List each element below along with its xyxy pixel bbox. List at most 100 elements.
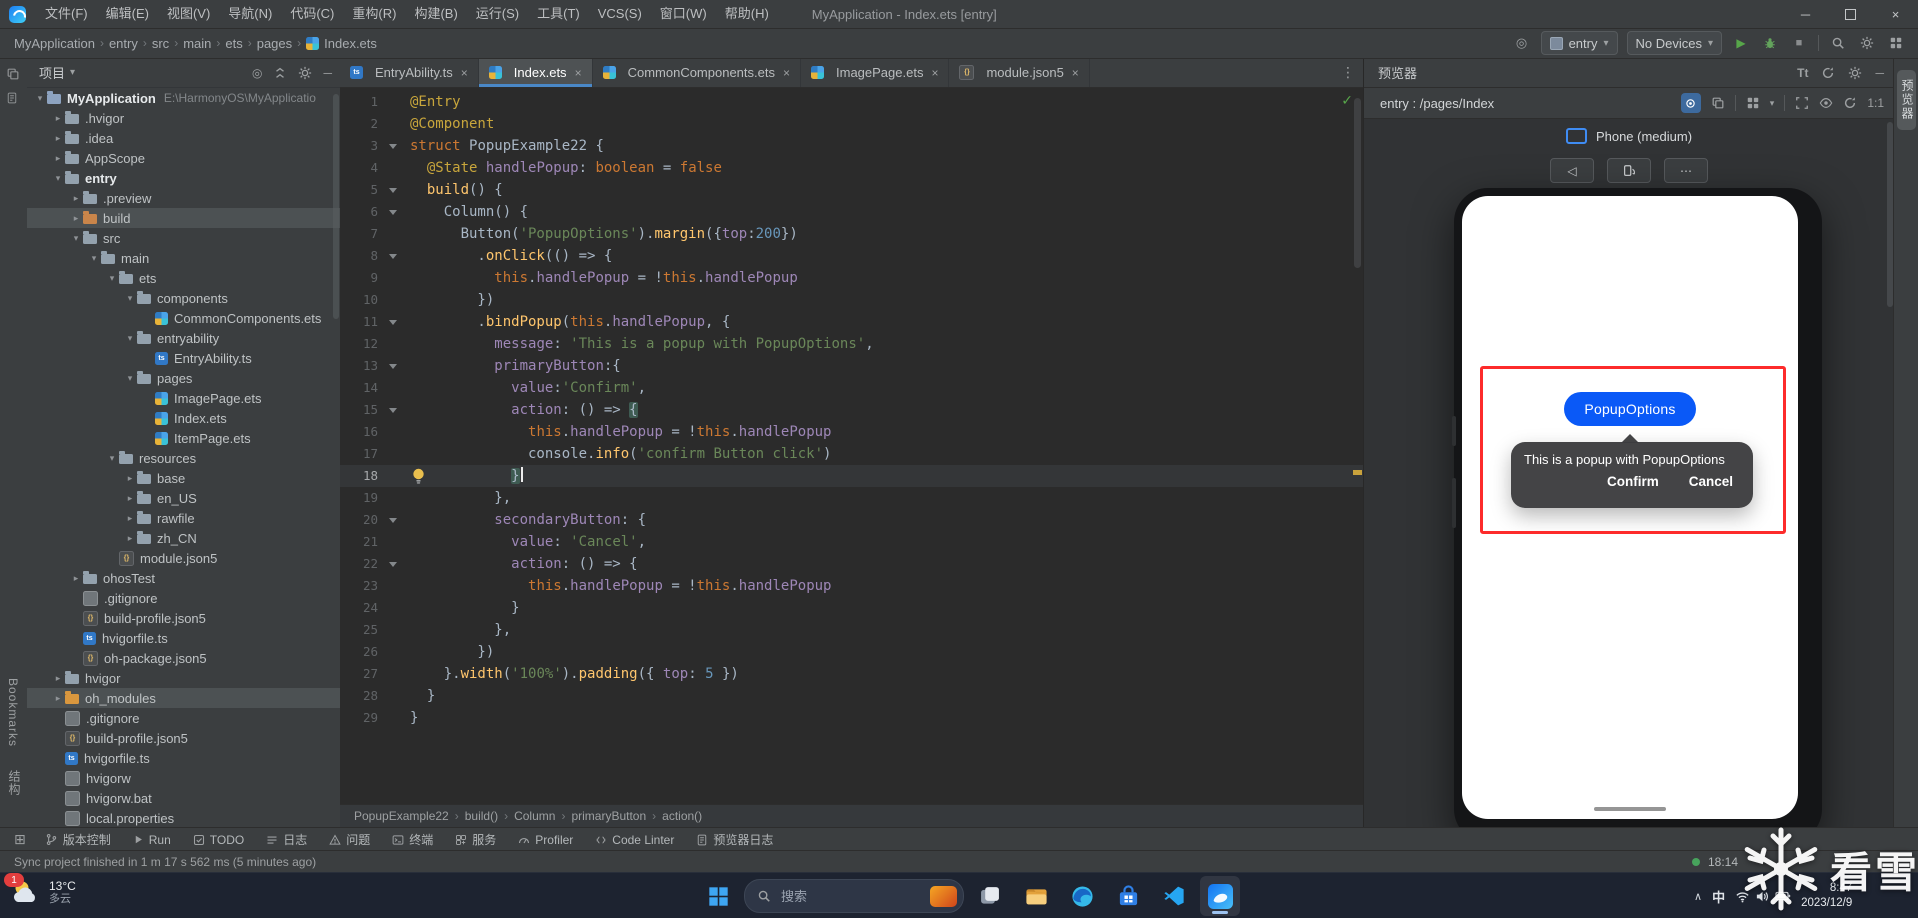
panel-settings-gear-icon[interactable] — [298, 66, 312, 80]
tool-button-run[interactable]: Run — [122, 828, 182, 851]
project-panel-title[interactable]: 项目 — [39, 63, 65, 82]
tree-item-pages[interactable]: ▾ pages — [27, 368, 340, 388]
tree-item-oh-package-json5[interactable]: {} oh-package.json5 — [27, 648, 340, 668]
grid-view-icon[interactable] — [1746, 96, 1760, 110]
close-icon[interactable]: × — [575, 66, 582, 80]
code-line[interactable]: 3 struct PopupExample22 { — [340, 135, 1363, 157]
editor-scrollbar[interactable] — [1354, 98, 1361, 268]
tree-item-module-json5[interactable]: {} module.json5 — [27, 548, 340, 568]
tab-index-ets[interactable]: Index.ets × — [478, 58, 593, 87]
tree-item-entryability[interactable]: ▾ entryability — [27, 328, 340, 348]
start-button[interactable] — [698, 876, 738, 916]
code-line[interactable]: 1 @Entry — [340, 91, 1363, 113]
chevron-down-icon[interactable]: ▾ — [123, 373, 137, 384]
device-manager-icon[interactable]: ◎ — [1512, 33, 1532, 53]
tree-item-resources[interactable]: ▾ resources — [27, 448, 340, 468]
chevron-down-icon[interactable]: ▾ — [123, 333, 137, 344]
menubar-item-3[interactable]: 导航(N) — [219, 6, 281, 21]
hide-panel-icon[interactable]: ─ — [323, 66, 332, 80]
tree-item-ets[interactable]: ▾ ets — [27, 268, 340, 288]
chevron-right-icon[interactable]: ▸ — [123, 493, 137, 504]
run-button[interactable]: ▶ — [1731, 33, 1751, 53]
chevron-right-icon[interactable]: ▸ — [123, 473, 137, 484]
fold-marker-icon[interactable] — [382, 509, 404, 531]
fold-marker-icon[interactable] — [382, 179, 404, 201]
tree-item-commoncomponents-ets[interactable]: CommonComponents.ets — [27, 308, 340, 328]
tree-item-components[interactable]: ▾ components — [27, 288, 340, 308]
breadcrumb-item[interactable]: entry — [109, 36, 138, 51]
close-icon[interactable]: × — [931, 66, 938, 80]
chevron-right-icon[interactable]: ▸ — [123, 533, 137, 544]
chevron-right-icon[interactable]: ▸ — [69, 193, 83, 204]
tree-item-local-properties[interactable]: local.properties — [27, 808, 340, 827]
tree-item-entry[interactable]: ▾ entry — [27, 168, 340, 188]
tree-item-index-ets[interactable]: Index.ets — [27, 408, 340, 428]
chevron-right-icon[interactable]: ▸ — [69, 213, 83, 224]
code-line[interactable]: 21 value: 'Cancel', — [340, 531, 1363, 553]
menubar-item-5[interactable]: 重构(R) — [343, 6, 405, 21]
menubar-item-0[interactable]: 文件(F) — [36, 6, 97, 21]
zoom-ratio-label[interactable]: 1:1 — [1867, 96, 1884, 110]
fold-marker-icon[interactable] — [382, 135, 404, 157]
code-line[interactable]: 15 action: () => { — [340, 399, 1363, 421]
chevron-right-icon[interactable]: ▸ — [51, 693, 65, 704]
chevron-right-icon[interactable]: ▸ — [123, 513, 137, 524]
chevron-right-icon[interactable]: ▸ — [51, 673, 65, 684]
code-line[interactable]: 29} — [340, 707, 1363, 729]
code-line[interactable]: 27 }.width('100%').padding({ top: 5 }) — [340, 663, 1363, 685]
fit-frame-icon[interactable] — [1795, 96, 1809, 110]
menubar-item-7[interactable]: 运行(S) — [467, 6, 528, 21]
tool-button--[interactable]: 日志 — [255, 828, 318, 851]
tree-item-rawfile[interactable]: ▸ rawfile — [27, 508, 340, 528]
code-line[interactable]: 7 Button('PopupOptions').margin({top:200… — [340, 223, 1363, 245]
tool-button--[interactable]: 服务 — [444, 828, 507, 851]
tree-item--gitignore[interactable]: .gitignore — [27, 588, 340, 608]
chevron-down-icon[interactable]: ▾ — [33, 93, 47, 104]
project-scrollbar[interactable] — [333, 94, 339, 319]
fold-marker-icon[interactable] — [382, 201, 404, 223]
code-line[interactable]: 17 console.info('confirm Button click') — [340, 443, 1363, 465]
tree-item-myapplication[interactable]: ▾ MyApplication E:\HarmonyOS\MyApplicatio — [27, 88, 340, 108]
rotate-left-button[interactable]: ◁ — [1550, 158, 1594, 183]
taskbar-app-task-view[interactable] — [970, 876, 1010, 916]
menubar-item-1[interactable]: 编辑(E) — [97, 6, 158, 21]
menubar-item-8[interactable]: 工具(T) — [528, 6, 589, 21]
close-button[interactable]: × — [1873, 0, 1918, 28]
tree-item-zh-cn[interactable]: ▸ zh_CN — [27, 528, 340, 548]
menubar-item-10[interactable]: 窗口(W) — [651, 6, 716, 21]
tree-item-src[interactable]: ▾ src — [27, 228, 340, 248]
code-line[interactable]: 20 secondaryButton: { — [340, 509, 1363, 531]
breadcrumb-item[interactable]: src — [152, 36, 169, 51]
fold-marker-icon[interactable] — [382, 311, 404, 333]
editor-breadcrumb-item[interactable]: Column — [514, 809, 555, 823]
chevron-right-icon[interactable]: ▸ — [51, 133, 65, 144]
chevron-down-icon[interactable]: ▾ — [105, 273, 119, 284]
component-tree-icon[interactable] — [1711, 96, 1725, 110]
code-line[interactable]: 16 this.handlePopup = !this.handlePopup — [340, 421, 1363, 443]
code-line[interactable]: 8 .onClick(() => { — [340, 245, 1363, 267]
code-line[interactable]: 11 .bindPopup(this.handlePopup, { — [340, 311, 1363, 333]
breadcrumb-item[interactable]: MyApplication — [14, 36, 95, 51]
tree-item-build[interactable]: ▸ build — [27, 208, 340, 228]
commit-toolwindow-icon[interactable] — [6, 92, 22, 108]
debug-button[interactable] — [1760, 33, 1780, 53]
previewer-settings-gear-icon[interactable] — [1848, 66, 1862, 80]
code-line[interactable]: 24 } — [340, 597, 1363, 619]
inspections-ok-icon[interactable]: ✓ — [1341, 92, 1353, 109]
tree-item-oh-modules[interactable]: ▸ oh_modules — [27, 688, 340, 708]
chevron-right-icon[interactable]: ▸ — [51, 113, 65, 124]
tool-button--[interactable]: 终端 — [381, 828, 444, 851]
tree-item-imagepage-ets[interactable]: ImagePage.ets — [27, 388, 340, 408]
breadcrumb-item[interactable]: pages — [257, 36, 292, 51]
tree-item-hvigorw-bat[interactable]: hvigorw.bat — [27, 788, 340, 808]
fold-marker-icon[interactable] — [382, 553, 404, 575]
tree-item--idea[interactable]: ▸ .idea — [27, 128, 340, 148]
tree-item--gitignore[interactable]: .gitignore — [27, 708, 340, 728]
collapse-all-icon[interactable] — [273, 66, 287, 80]
reload-icon[interactable] — [1843, 96, 1857, 110]
code-line[interactable]: 26 }) — [340, 641, 1363, 663]
fold-marker-icon[interactable] — [382, 355, 404, 377]
code-line[interactable]: 14 value:'Confirm', — [340, 377, 1363, 399]
breadcrumb-item[interactable]: Index.ets — [324, 36, 377, 51]
code-editor[interactable]: 1 @Entry 2 @Component 3 struct PopupExample22… — [340, 87, 1363, 805]
